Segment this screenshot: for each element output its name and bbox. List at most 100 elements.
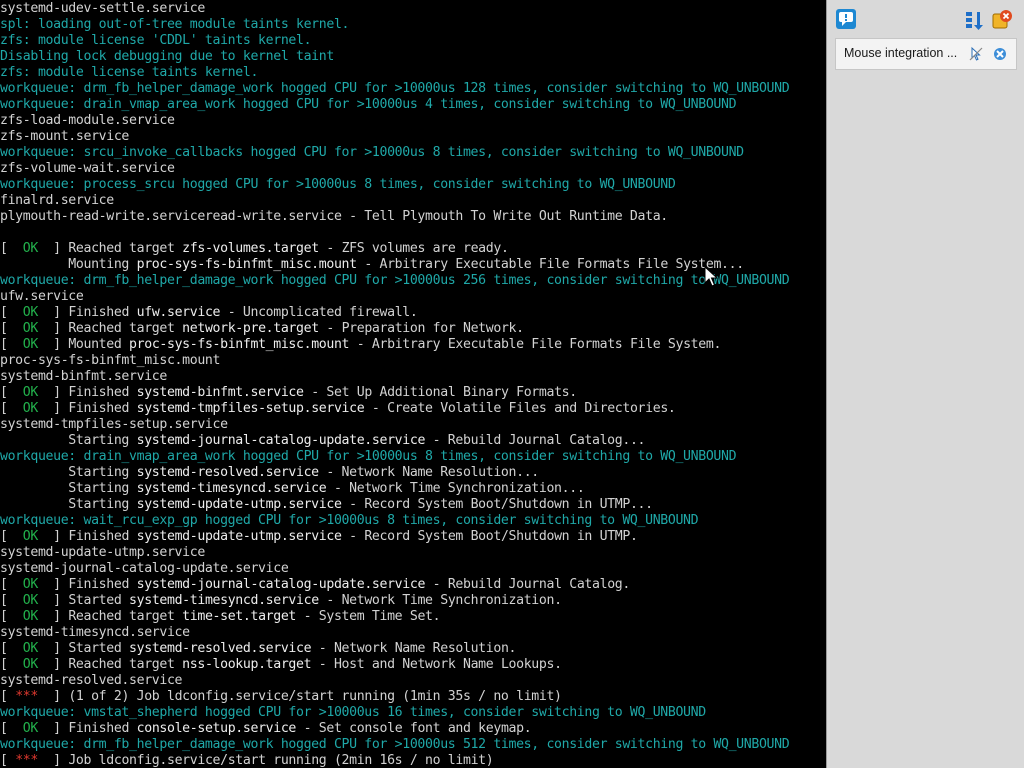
console-text: ] Finished [37, 305, 137, 320]
console-line: Mounting proc-sys-fs-binfmt_misc.mount -… [0, 257, 826, 273]
console-line: zfs: module license 'CDDL' taints kernel… [0, 33, 826, 49]
console-text: systemd-resolved.service [129, 641, 312, 656]
console-text: ] Started [37, 593, 130, 608]
console-text: systemd-journal-catalog-update.service [136, 577, 426, 592]
console-text: [ [0, 609, 23, 624]
console-text: ] (1 of 2) Job ldconfig.service/start ru… [37, 689, 562, 704]
console-text: systemd-journal-catalog-update.service [136, 433, 426, 448]
console-line: [ OK ] Started systemd-timesyncd.service… [0, 593, 826, 609]
console-line: [ OK ] Finished systemd-update-utmp.serv… [0, 529, 826, 545]
status-running: *** [15, 689, 38, 704]
console-line: spl: loading out-of-tree module taints k… [0, 17, 826, 33]
console-text: - Network Name Resolution... [318, 465, 539, 480]
console-text: workqueue: drain_vmap_area_work hogged C… [0, 449, 737, 464]
console-text: nss-lookup.target [182, 657, 312, 672]
console-text: spl: loading out-of-tree module taints k… [0, 17, 350, 32]
mouse-pointer-icon [704, 266, 718, 287]
console-line: ufw.service [0, 289, 826, 305]
boot-console[interactable]: systemd-udev-settle.service spl: loading … [0, 0, 826, 768]
console-line: workqueue: drm_fb_helper_damage_work hog… [0, 737, 826, 753]
console-line: plymouth-read-write.serviceread-write.se… [0, 209, 826, 225]
status-ok: OK [22, 385, 39, 400]
console-text: Disabling lock debugging due to kernel t… [0, 49, 334, 64]
console-text: ] Finished [37, 577, 137, 592]
console-line: [ OK ] Started systemd-resolved.service … [0, 641, 826, 657]
console-text: [ [0, 321, 23, 336]
status-ok: OK [22, 305, 39, 320]
console-text: [ [0, 721, 23, 736]
console-line: systemd-binfmt.service [0, 369, 826, 385]
mouse-integration-icon[interactable] [968, 46, 984, 62]
console-line: workqueue: wait_rcu_exp_gp hogged CPU fo… [0, 513, 826, 529]
notification-toolbar [827, 0, 1024, 36]
console-text: [ [0, 593, 23, 608]
console-text: systemd-timesyncd.service [129, 593, 319, 608]
console-text: systemd-update-utmp.service [0, 545, 205, 560]
console-text: - Create Volatile Files and Directories. [364, 401, 676, 416]
console-lines: systemd-udev-settle.service spl: loading … [0, 1, 826, 768]
console-text: - Rebuild Journal Catalog. [425, 577, 631, 592]
notification-text: Mouse integration ... [844, 46, 958, 60]
console-text: [ [0, 337, 23, 352]
console-line: [ *** ] (1 of 2) Job ldconfig.service/st… [0, 689, 826, 705]
console-line: [ OK ] Reached target zfs-volumes.target… [0, 241, 826, 257]
console-line: [ OK ] Finished systemd-journal-catalog-… [0, 577, 826, 593]
status-ok: OK [22, 721, 39, 736]
console-text: [ [0, 241, 23, 256]
console-text: ] Finished [37, 401, 137, 416]
console-text: ] Mounted [37, 337, 130, 352]
console-text: - Network Time Synchronization. [318, 593, 562, 608]
console-line: workqueue: drain_vmap_area_work hogged C… [0, 449, 826, 465]
console-line: workqueue: drm_fb_helper_damage_work hog… [0, 81, 826, 97]
close-notifications-icon[interactable] [991, 9, 1013, 31]
console-text: workqueue: drm_fb_helper_damage_work hog… [0, 81, 790, 96]
console-text: proc-sys-fs-binfmt_misc.mount [136, 257, 357, 272]
console-line: workqueue: drain_vmap_area_work hogged C… [0, 97, 826, 113]
console-text: [ [0, 305, 23, 320]
console-text: zfs: module license 'CDDL' taints kernel… [0, 33, 312, 48]
console-line: [ OK ] Mounted proc-sys-fs-binfmt_misc.m… [0, 337, 826, 353]
console-line: [ *** ] Job ldconfig.service/start runni… [0, 753, 826, 768]
dismiss-icon[interactable] [992, 46, 1008, 62]
sort-arrows-icon[interactable] [963, 9, 985, 31]
console-text: ] Finished [37, 385, 137, 400]
console-text: Starting [0, 465, 137, 480]
console-text: workqueue: drain_vmap_area_work hogged C… [0, 97, 737, 112]
console-text: proc-sys-fs-binfmt_misc.mount [129, 337, 350, 352]
console-text: zfs-mount.service [0, 129, 130, 144]
console-line: [ OK ] Finished systemd-tmpfiles-setup.s… [0, 401, 826, 417]
console-line: workqueue: vmstat_shepherd hogged CPU fo… [0, 705, 826, 721]
console-text: systemd-update-utmp.service [136, 497, 342, 512]
console-line: systemd-timesyncd.service [0, 625, 826, 641]
console-text: ] Reached target [37, 657, 183, 672]
status-ok: OK [22, 401, 39, 416]
speech-bubble-icon[interactable] [835, 8, 857, 30]
console-text: systemd-timesyncd.service [0, 625, 190, 640]
console-text: - Uncomplicated firewall. [220, 305, 418, 320]
console-text: workqueue: drm_fb_helper_damage_work hog… [0, 273, 790, 288]
console-text: [ [0, 641, 23, 656]
console-line: zfs-load-module.service [0, 113, 826, 129]
console-text: workqueue: srcu_invoke_callbacks hogged … [0, 145, 744, 160]
console-line: Disabling lock debugging due to kernel t… [0, 49, 826, 65]
console-text: [ [0, 689, 16, 704]
console-text: network-pre.target [182, 321, 319, 336]
console-text: workqueue: wait_rcu_exp_gp hogged CPU fo… [0, 513, 699, 528]
console-line: workqueue: process_srcu hogged CPU for >… [0, 177, 826, 193]
console-text: [ [0, 401, 23, 416]
console-text: - Set console font and keymap. [296, 721, 532, 736]
console-line: Starting systemd-update-utmp.service - R… [0, 497, 826, 513]
vm-screen: systemd-udev-settle.service spl: loading … [0, 0, 1024, 768]
console-text: plymouth-read-write.serviceread-write.se… [0, 209, 668, 224]
console-line: finalrd.service [0, 193, 826, 209]
console-line: systemd-journal-catalog-update.service [0, 561, 826, 577]
console-text: workqueue: process_srcu hogged CPU for >… [0, 177, 676, 192]
console-text: ] Reached target [37, 609, 183, 624]
console-text: ufw.service [0, 289, 84, 304]
console-line: [ OK ] Reached target network-pre.target… [0, 321, 826, 337]
console-line: Starting systemd-resolved.service - Netw… [0, 465, 826, 481]
console-text: Starting [0, 481, 137, 496]
console-text: systemd-udev-settle.service [0, 1, 205, 16]
console-line: workqueue: drm_fb_helper_damage_work hog… [0, 273, 826, 289]
notification-mouse-integration[interactable]: Mouse integration ... [835, 38, 1017, 70]
